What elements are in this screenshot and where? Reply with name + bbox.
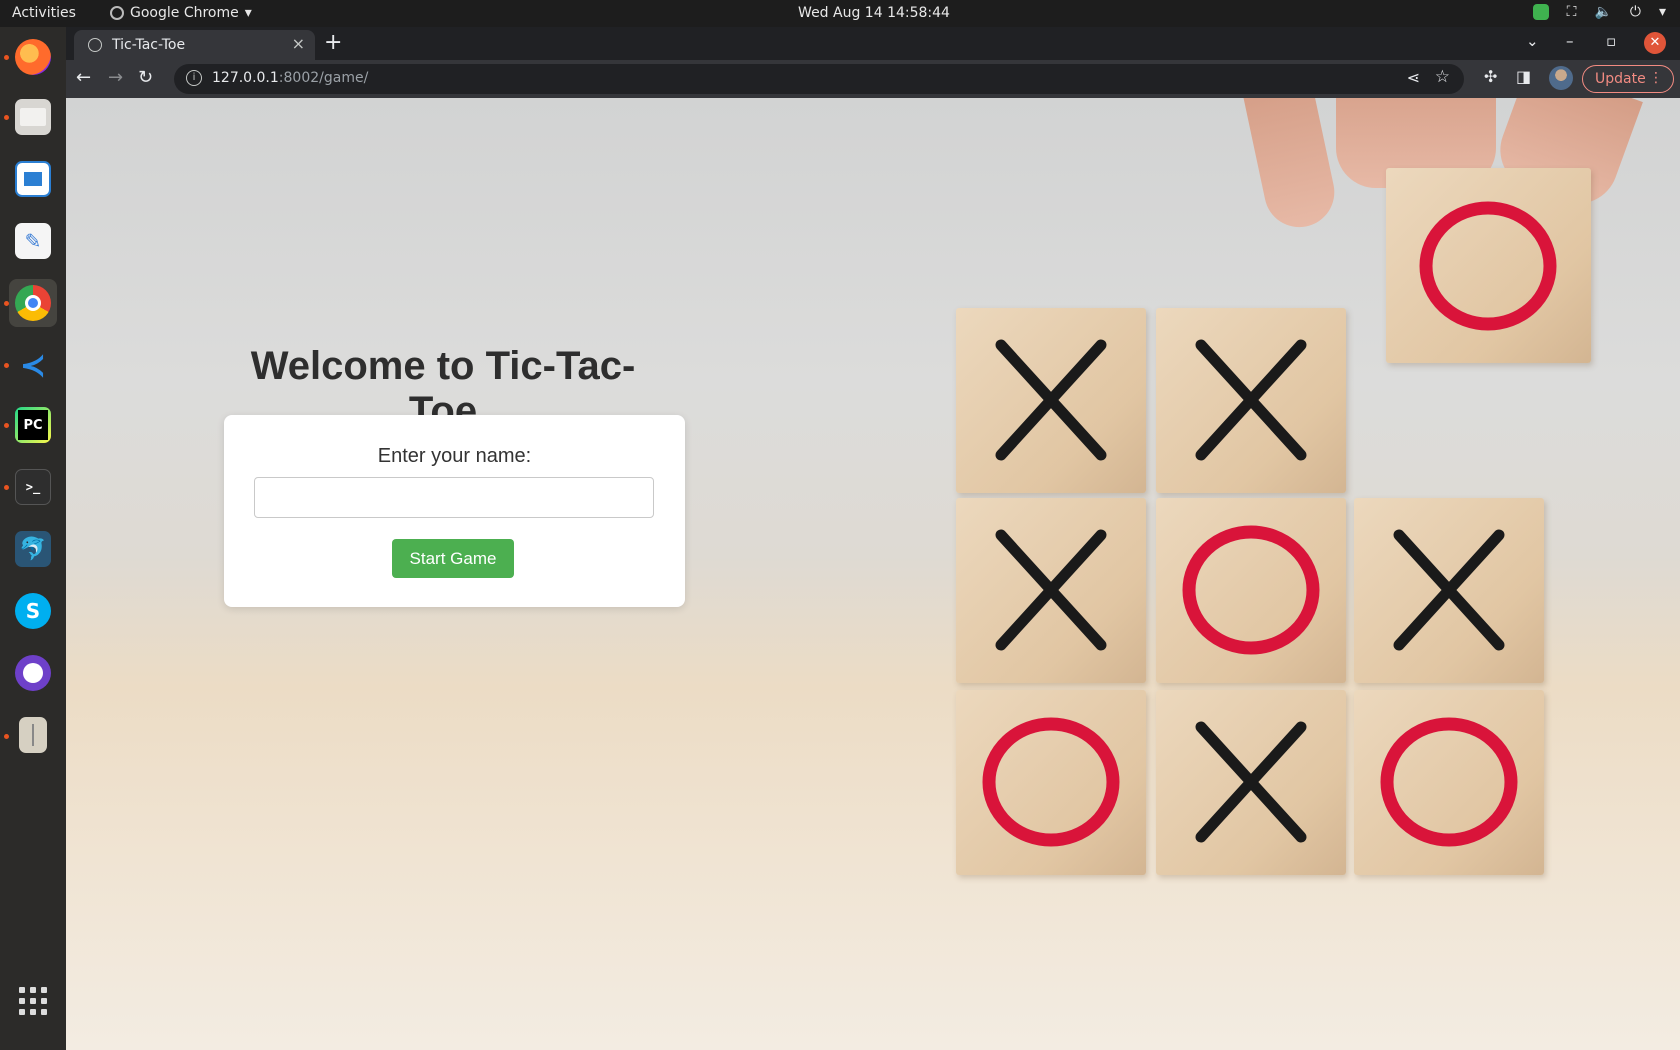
github-desktop-icon[interactable] [9, 649, 57, 697]
network-icon[interactable]: ⛶ [1567, 4, 1577, 20]
new-tab-button[interactable]: + [324, 30, 342, 55]
chrome-icon[interactable] [9, 279, 57, 327]
tab-search-chevron-icon[interactable]: ⌄ [1526, 32, 1539, 50]
chrome-window: Tic-Tac-Toe × + ⌄ – ▫ ✕ ← → ↻ i 127.0.0.… [66, 27, 1680, 1050]
tab-strip: Tic-Tac-Toe × + ⌄ – ▫ ✕ [66, 27, 1680, 60]
tab-close-icon[interactable]: × [292, 34, 305, 53]
side-panel-icon[interactable]: ◨ [1516, 67, 1531, 86]
url-path: :8002/game/ [278, 70, 369, 86]
url-text[interactable]: 127.0.0.1:8002/game/ [212, 70, 368, 86]
extensions-puzzle-icon[interactable]: ✣ [1484, 67, 1497, 86]
board-marks [982, 201, 1557, 847]
o-mark [1182, 525, 1320, 655]
x-mark [1195, 721, 1307, 843]
more-menu-icon[interactable]: ⋮ [1649, 70, 1663, 86]
tab-title: Tic-Tac-Toe [112, 37, 186, 53]
terminal-icon[interactable]: >_ [9, 463, 57, 511]
reload-icon[interactable]: ↻ [138, 67, 153, 88]
update-label: Update [1595, 71, 1646, 87]
site-info-icon[interactable]: i [186, 70, 202, 86]
firefox-icon[interactable] [9, 33, 57, 81]
tray-chevron-down-icon[interactable]: ▾ [1659, 4, 1666, 20]
skype-label: S [15, 593, 51, 629]
x-mark [1195, 339, 1307, 461]
tab-tic-tac-toe[interactable]: Tic-Tac-Toe × [74, 30, 315, 60]
pycharm-icon[interactable]: PC [9, 401, 57, 449]
o-mark [982, 717, 1120, 847]
skype-icon[interactable]: S [9, 587, 57, 635]
power-icon[interactable]: ⏻ [1630, 4, 1641, 20]
address-bar[interactable]: i 127.0.0.1:8002/game/ ⋖ ☆ [174, 64, 1464, 94]
vscode-icon[interactable]: ≺ [9, 341, 57, 389]
background-photo [886, 98, 1680, 1050]
name-form-card: Enter your name: Start Game [224, 415, 685, 607]
system-tray[interactable]: ⛶ 🔈 ⏻ ▾ [1532, 4, 1666, 20]
profile-avatar[interactable] [1549, 66, 1573, 90]
url-host: 127.0.0.1 [212, 70, 279, 86]
globe-icon [88, 38, 102, 52]
bookmark-star-icon[interactable]: ☆ [1435, 67, 1450, 87]
update-button[interactable]: Update ⋮ [1582, 65, 1674, 93]
start-game-button[interactable]: Start Game [392, 539, 514, 578]
close-window-button[interactable]: ✕ [1644, 32, 1666, 54]
o-mark [1380, 717, 1518, 847]
libreoffice-writer-icon[interactable] [9, 155, 57, 203]
x-mark [995, 339, 1107, 461]
share-icon[interactable]: ⋖ [1407, 68, 1420, 87]
page-viewport: Welcome to Tic-Tac-Toe Enter your name: … [66, 98, 1680, 1050]
x-mark [995, 529, 1107, 651]
browser-toolbar: ← → ↻ i 127.0.0.1:8002/game/ ⋖ ☆ ✣ ◨ Upd… [66, 60, 1680, 98]
system-top-bar: Activities Google Chrome ▾ Wed Aug 14 14… [0, 0, 1680, 27]
name-label: Enter your name: [377, 445, 532, 467]
forward-arrow-icon[interactable]: → [108, 67, 123, 88]
dock: ✎ ≺ PC >_ 🐬 S [0, 27, 66, 1050]
text-editor-icon[interactable]: ✎ [9, 217, 57, 265]
name-input[interactable] [254, 477, 654, 518]
security-shield-icon[interactable] [1532, 4, 1549, 20]
volume-icon[interactable]: 🔈 [1594, 4, 1611, 20]
maximize-button[interactable]: ▫ [1606, 32, 1616, 50]
pycharm-label: PC [18, 410, 48, 440]
terminal-label: >_ [15, 469, 51, 505]
clock[interactable]: Wed Aug 14 14:58:44 [0, 5, 1680, 21]
o-mark [1419, 201, 1557, 331]
archive-manager-icon[interactable] [9, 711, 57, 759]
mysql-workbench-icon[interactable]: 🐬 [9, 525, 57, 573]
back-arrow-icon[interactable]: ← [76, 67, 91, 88]
files-icon[interactable] [9, 93, 57, 141]
x-mark [1393, 529, 1505, 651]
apps-grid-icon [19, 987, 47, 1015]
show-applications-button[interactable] [9, 977, 57, 1025]
minimize-button[interactable]: – [1566, 32, 1574, 50]
